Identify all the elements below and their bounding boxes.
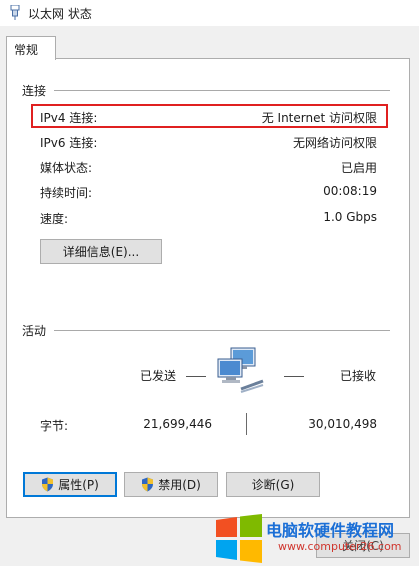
connection-divider — [54, 90, 390, 91]
uac-shield-icon — [142, 477, 154, 492]
tab-general[interactable]: 常规 — [6, 36, 56, 60]
media-state-value: 已启用 — [340, 161, 377, 175]
duration-value: 00:08:19 — [323, 184, 377, 198]
network-adapter-icon — [10, 5, 20, 20]
ipv4-label: IPv4 连接: — [40, 111, 98, 125]
properties-button[interactable]: 属性(P) — [23, 472, 117, 497]
watermark-title: 电脑软硬件教程网 — [266, 521, 395, 540]
disable-label: 禁用(D) — [158, 478, 201, 492]
bytes-label: 字节: — [40, 419, 69, 433]
tab-general-label: 常规 — [14, 43, 39, 57]
ipv4-value: 无 Internet 访问权限 — [261, 111, 377, 125]
connection-section-title: 连接 — [22, 84, 47, 98]
sent-line — [186, 376, 206, 377]
watermark: 电脑软硬件教程网 www.computer26.com — [214, 514, 419, 566]
ipv6-label: IPv6 连接: — [40, 136, 98, 150]
title-bar: 以太网 状态 — [0, 0, 419, 26]
window-title: 以太网 状态 — [28, 7, 92, 21]
speed-label: 速度: — [40, 212, 69, 226]
speed-value: 1.0 Gbps — [323, 210, 377, 224]
watermark-url: www.computer26.com — [278, 540, 402, 553]
bytes-divider — [246, 413, 247, 435]
media-state-label: 媒体状态: — [40, 161, 93, 175]
uac-shield-icon — [42, 477, 54, 492]
disable-button[interactable]: 禁用(D) — [124, 472, 218, 497]
activity-divider — [54, 330, 390, 331]
received-line — [284, 376, 304, 377]
activity-section-title: 活动 — [22, 324, 47, 338]
windows-logo-icon — [216, 514, 262, 563]
properties-label: 属性(P) — [58, 478, 99, 492]
ipv6-value: 无网络访问权限 — [292, 136, 377, 150]
details-button[interactable]: 详细信息(E)... — [40, 239, 162, 264]
network-computers-icon — [217, 347, 264, 393]
duration-label: 持续时间: — [40, 186, 93, 200]
received-label: 已接收 — [340, 369, 377, 383]
bytes-sent-value: 21,699,446 — [143, 417, 212, 431]
sent-label: 已发送 — [140, 369, 177, 383]
bytes-received-value: 30,010,498 — [308, 417, 377, 431]
diagnose-button[interactable]: 诊断(G) — [226, 472, 320, 497]
